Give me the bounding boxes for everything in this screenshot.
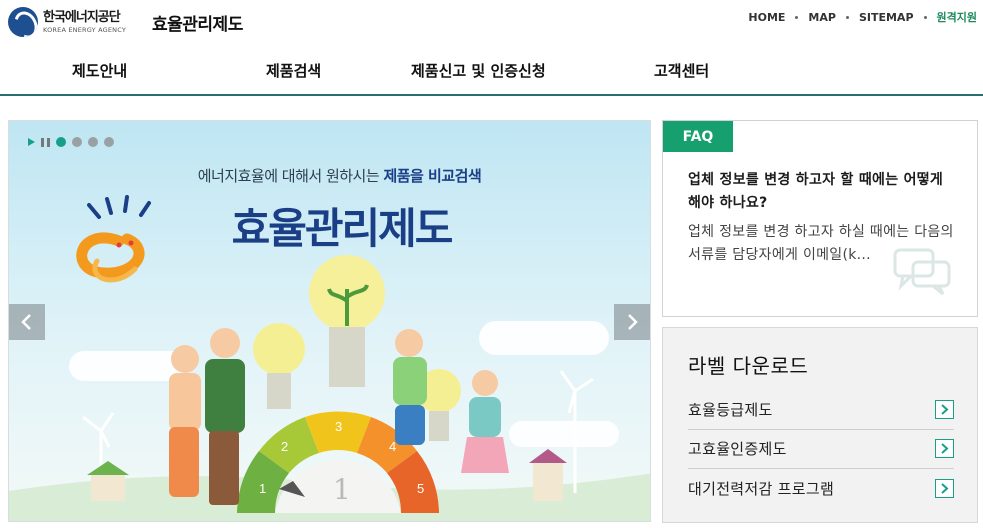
label-link-button[interactable] — [935, 400, 954, 419]
label-item-efficiency-grade[interactable]: 효율등급제도 — [688, 390, 954, 430]
house-icon — [529, 449, 567, 501]
separator-dot — [923, 15, 927, 19]
light-bulb-icon — [253, 255, 461, 441]
chevron-right-icon — [941, 482, 949, 494]
util-link-sitemap[interactable]: SITEMAP — [859, 11, 914, 24]
separator-dot — [845, 15, 849, 19]
slide-dot[interactable] — [104, 137, 114, 147]
main-nav: 제도안내 제품검색 제품신고 및 인증신청 고객센터 — [0, 48, 983, 96]
slide-dot[interactable] — [72, 137, 82, 147]
nav-item-system-guide[interactable]: 제도안내 — [72, 60, 127, 81]
speech-bubbles-icon — [893, 248, 951, 296]
play-icon[interactable] — [28, 138, 35, 146]
pause-icon[interactable] — [41, 137, 50, 147]
util-link-home[interactable]: HOME — [748, 11, 785, 24]
faq-panel: FAQ 업체 정보를 변경 하고자 할 때에는 어떻게 해야 하나요? 업체 정… — [662, 120, 978, 317]
chevron-right-icon — [941, 443, 949, 454]
label-item-text: 효율등급제도 — [688, 401, 773, 419]
util-link-map[interactable]: MAP — [808, 11, 836, 24]
label-download-title: 라벨 다운로드 — [688, 354, 809, 378]
house-icon — [87, 461, 129, 501]
util-link-remote-support[interactable]: 원격지원 — [937, 9, 977, 25]
label-item-standby-power[interactable]: 대기전력저감 프로그램 — [688, 468, 954, 508]
utility-nav: HOME MAP SITEMAP 원격지원 — [748, 9, 977, 25]
slide-dot[interactable] — [56, 137, 66, 147]
hero-prev-button[interactable] — [9, 304, 45, 340]
hero-slider[interactable]: 에너지효율에 대해서 원하시는 제품을 비교검색 효율관리제도 1 2 3 4 … — [8, 120, 651, 522]
label-download-panel: 라벨 다운로드 효율등급제도 고효율인증제도 대기전력저감 프로그램 — [662, 327, 978, 523]
nav-item-customer-center[interactable]: 고객센터 — [654, 60, 709, 81]
logo-korean-name: 한국에너지공단 — [43, 9, 121, 25]
logo-english-name: KOREA ENERGY AGENCY — [43, 25, 127, 34]
faq-question[interactable]: 업체 정보를 변경 하고자 할 때에는 어떻게 해야 하나요? — [688, 169, 956, 215]
label-link-button[interactable] — [935, 439, 954, 458]
hero-next-button[interactable] — [614, 304, 650, 340]
chevron-right-icon — [941, 404, 949, 415]
label-link-button[interactable] — [935, 478, 954, 498]
agency-logo-mark — [8, 7, 38, 37]
slide-controls — [28, 137, 114, 147]
slide-dot[interactable] — [88, 137, 98, 147]
chevron-left-icon — [21, 314, 31, 330]
label-item-text: 고효율인증제도 — [688, 440, 787, 458]
agency-logo[interactable]: 한국에너지공단 KOREA ENERGY AGENCY — [8, 6, 143, 38]
separator-dot — [795, 15, 799, 19]
nav-item-product-search[interactable]: 제품검색 — [266, 60, 321, 81]
hero-title: 효율관리제도 — [231, 204, 454, 253]
hero-subtitle-highlight: 제품을 비교검색 — [383, 167, 482, 185]
site-title[interactable]: 효율관리제도 — [152, 10, 243, 35]
faq-tab[interactable]: FAQ — [663, 121, 733, 152]
nav-item-product-report[interactable]: 제품신고 및 인증신청 — [411, 60, 546, 81]
hero-subtitle-text: 에너지효율에 대해서 원하시는 — [197, 167, 384, 185]
label-item-high-efficiency[interactable]: 고효율인증제도 — [688, 429, 954, 469]
hero-subtitle: 에너지효율에 대해서 원하시는 제품을 비교검색 — [9, 165, 650, 186]
chevron-right-icon — [628, 314, 638, 330]
label-item-text: 대기전력저감 프로그램 — [688, 479, 835, 498]
